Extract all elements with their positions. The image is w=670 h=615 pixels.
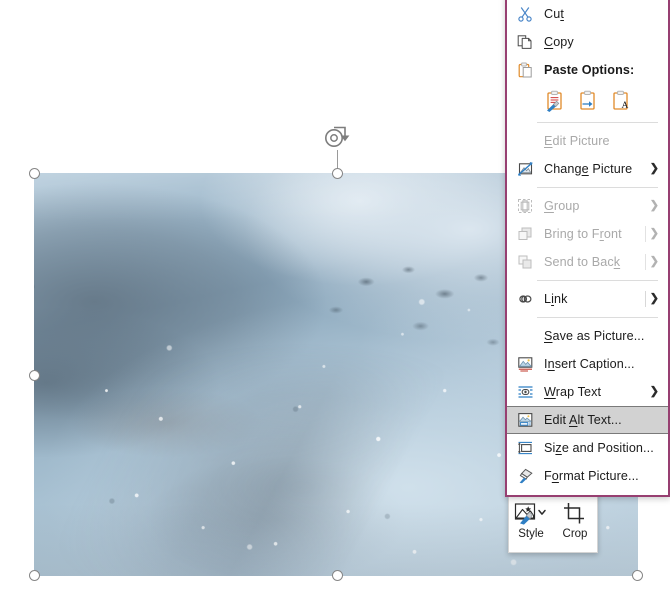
mini-toolbar-crop-label: Crop — [562, 527, 588, 540]
size-position-icon — [513, 440, 537, 456]
picture-style-icon — [514, 502, 548, 526]
crop-icon — [562, 502, 588, 526]
context-menu-item-insert-caption[interactable]: Insert Caption... — [507, 350, 668, 378]
context-menu-item-copy[interactable]: Copy — [507, 28, 668, 56]
handle-top-left[interactable] — [29, 168, 40, 179]
context-menu-item-paste-options-label: Paste Options: — [544, 63, 635, 77]
mini-toolbar-style-button[interactable]: Style — [509, 490, 553, 552]
group-icon — [513, 198, 537, 214]
context-menu-item-link-label: Link — [544, 292, 568, 306]
context-menu-item-format-picture-label: Format Picture... — [544, 469, 639, 483]
arrow-divider — [645, 291, 646, 307]
chevron-right-icon: ❯ — [649, 162, 659, 175]
context-menu-item-wrap-text-label: Wrap Text — [544, 385, 602, 399]
mini-toolbar-style-label: Style — [518, 527, 544, 540]
send-back-icon — [513, 254, 537, 270]
link-icon — [513, 291, 537, 307]
svg-text:A: A — [622, 101, 629, 111]
copy-icon — [513, 34, 537, 50]
context-menu-item-group: Group ❯ — [507, 192, 668, 220]
arrow-divider — [645, 254, 646, 270]
context-menu-item-edit-picture: Edit Picture — [507, 127, 668, 155]
context-menu-item-insert-caption-label: Insert Caption... — [544, 357, 635, 371]
clipboard-icon — [513, 62, 537, 78]
context-menu-item-copy-label: Copy — [544, 35, 574, 49]
picture-mini-toolbar[interactable]: Style Crop — [508, 489, 598, 553]
context-menu-item-link[interactable]: Link ❯ — [507, 285, 668, 313]
context-menu-item-cut[interactable]: Cut — [507, 0, 668, 28]
paste-keep-source-formatting-icon[interactable] — [542, 88, 568, 114]
menu-separator — [537, 122, 658, 123]
chevron-right-icon: ❯ — [649, 385, 659, 398]
context-menu-item-change-picture-label: Change Picture — [544, 162, 633, 176]
menu-separator — [537, 317, 658, 318]
chevron-right-icon: ❯ — [649, 292, 659, 305]
context-menu-item-edit-alt-text[interactable]: Edit Alt Text... — [507, 406, 668, 434]
format-picture-icon — [513, 468, 537, 484]
context-menu-item-size-and-position-label: Size and Position... — [544, 441, 654, 455]
context-menu-item-edit-picture-label: Edit Picture — [544, 134, 610, 148]
context-menu-item-send-to-back-label: Send to Back — [544, 255, 621, 269]
handle-bottom-left[interactable] — [29, 570, 40, 581]
scissors-icon — [513, 6, 537, 22]
rotate-handle[interactable] — [323, 126, 351, 152]
paste-keep-text-only-icon[interactable]: A — [608, 88, 634, 114]
context-menu-item-format-picture[interactable]: Format Picture... — [507, 462, 668, 490]
arrow-divider — [645, 226, 646, 242]
wrap-text-icon — [513, 384, 537, 400]
context-menu-item-size-and-position[interactable]: Size and Position... — [507, 434, 668, 462]
alt-text-icon — [513, 412, 537, 428]
mini-toolbar-crop-button[interactable]: Crop — [553, 490, 597, 552]
chevron-right-icon: ❯ — [649, 227, 659, 240]
context-menu-item-cut-label: Cut — [544, 7, 564, 21]
context-menu-item-paste-options[interactable]: Paste Options: — [507, 56, 668, 84]
handle-bottom-center[interactable] — [332, 570, 343, 581]
chevron-right-icon: ❯ — [649, 199, 659, 212]
context-menu-item-edit-alt-text-label: Edit Alt Text... — [544, 413, 622, 427]
chevron-right-icon: ❯ — [649, 255, 659, 268]
insert-caption-icon — [513, 356, 537, 372]
context-menu-item-group-label: Group — [544, 199, 580, 213]
handle-left-middle[interactable] — [29, 370, 40, 381]
context-menu-item-wrap-text[interactable]: Wrap Text ❯ — [507, 378, 668, 406]
context-menu-item-bring-to-front: Bring to Front ❯ — [507, 220, 668, 248]
context-menu-item-bring-to-front-label: Bring to Front — [544, 227, 622, 241]
handle-bottom-right[interactable] — [632, 570, 643, 581]
handle-top-center[interactable] — [332, 168, 343, 179]
change-picture-icon — [513, 161, 537, 177]
menu-separator — [537, 280, 658, 281]
slide-canvas[interactable]: Style Crop Cut Copy Paste Options: A Edi… — [0, 0, 670, 615]
context-menu-item-change-picture[interactable]: Change Picture ❯ — [507, 155, 668, 183]
paste-options-icon-row[interactable]: A — [507, 84, 668, 118]
context-menu-item-send-to-back: Send to Back ❯ — [507, 248, 668, 276]
context-menu-item-save-as-picture[interactable]: Save as Picture... — [507, 322, 668, 350]
bring-front-icon — [513, 226, 537, 242]
context-menu-item-save-as-picture-label: Save as Picture... — [544, 329, 645, 343]
menu-separator — [537, 187, 658, 188]
paste-picture-icon[interactable] — [575, 88, 601, 114]
picture-context-menu[interactable]: Cut Copy Paste Options: A Edit Picture C… — [505, 0, 670, 497]
